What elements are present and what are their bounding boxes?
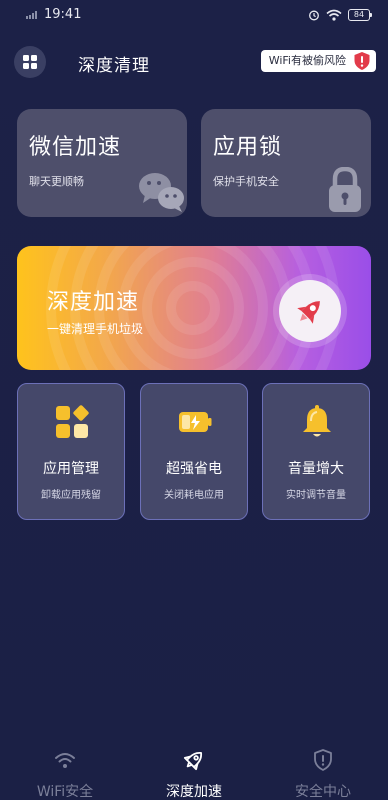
wechat-boost-card[interactable]: 微信加速 聊天更顺畅 (17, 109, 187, 217)
app-manager-subtitle: 卸载应用残留 (41, 490, 101, 501)
wifi-icon (55, 753, 75, 768)
page-title: 深度清理 (78, 56, 150, 76)
power-saver-title: 超强省电 (166, 461, 222, 477)
nav-tab-deep-boost[interactable]: 深度加速 (139, 742, 249, 800)
battery-icon: 84 (348, 9, 372, 21)
nav-tab-wifi-security[interactable]: WiFi安全 (10, 742, 120, 800)
wechat-icon (139, 173, 184, 212)
deep-boost-banner[interactable]: 深度加速 一键清理手机垃圾 (17, 246, 371, 370)
battery-charging-icon (179, 412, 212, 432)
status-right: 84 (308, 7, 372, 23)
banner-title: 深度加速 (47, 290, 140, 315)
wifi-risk-label: WiFi有被偷风险 (268, 54, 346, 67)
wechat-card-title: 微信加速 (29, 135, 122, 160)
bottom-nav: WiFi安全 深度加速 安全中心 (0, 742, 388, 800)
nav-label-wifi-security: WiFi安全 (36, 784, 94, 800)
menu-button[interactable] (14, 46, 46, 78)
app-manager-card[interactable]: 应用管理 卸载应用残留 (17, 383, 125, 520)
wifi-risk-alert[interactable]: WiFi有被偷风险 (260, 50, 376, 72)
volume-boost-title: 音量增大 (288, 461, 344, 477)
shield-alert-icon (354, 52, 370, 70)
app-lock-card-subtitle: 保护手机安全 (213, 175, 279, 188)
power-saver-subtitle: 关闭耗电应用 (164, 490, 224, 501)
alarm-icon (309, 10, 319, 21)
app-lock-card[interactable]: 应用锁 保护手机安全 (201, 109, 371, 217)
nav-label-deep-boost: 深度加速 (166, 784, 222, 800)
volume-boost-card[interactable]: 音量增大 实时调节音量 (262, 383, 370, 520)
padlock-icon (329, 167, 361, 212)
app-manager-title: 应用管理 (43, 461, 99, 477)
status-bar: 19:41 84 (0, 0, 388, 30)
nav-label-security-center: 安全中心 (295, 784, 351, 800)
app-lock-card-title: 应用锁 (213, 135, 283, 160)
wifi-status-icon (326, 9, 342, 21)
app-screen: 19:41 84 深度清理 WiFi有被偷风险 微信加速 聊天更顺畅 应用锁 保… (0, 0, 388, 800)
wechat-card-subtitle: 聊天更顺畅 (29, 175, 84, 188)
signal-icon (26, 11, 40, 19)
rocket-icon (297, 301, 320, 324)
volume-boost-subtitle: 实时调节音量 (286, 490, 346, 501)
rocket-boost-button[interactable] (279, 280, 341, 342)
power-saver-card[interactable]: 超强省电 关闭耗电应用 (140, 383, 248, 520)
grid-menu-icon (23, 55, 37, 69)
nav-tab-security-center[interactable]: 安全中心 (268, 742, 378, 800)
app-grid-icon (56, 405, 89, 438)
rocket-nav-icon (183, 751, 203, 771)
shield-icon (314, 749, 332, 771)
bell-icon (303, 405, 331, 437)
status-time: 19:41 (44, 7, 82, 22)
banner-subtitle: 一键清理手机垃圾 (47, 322, 144, 336)
